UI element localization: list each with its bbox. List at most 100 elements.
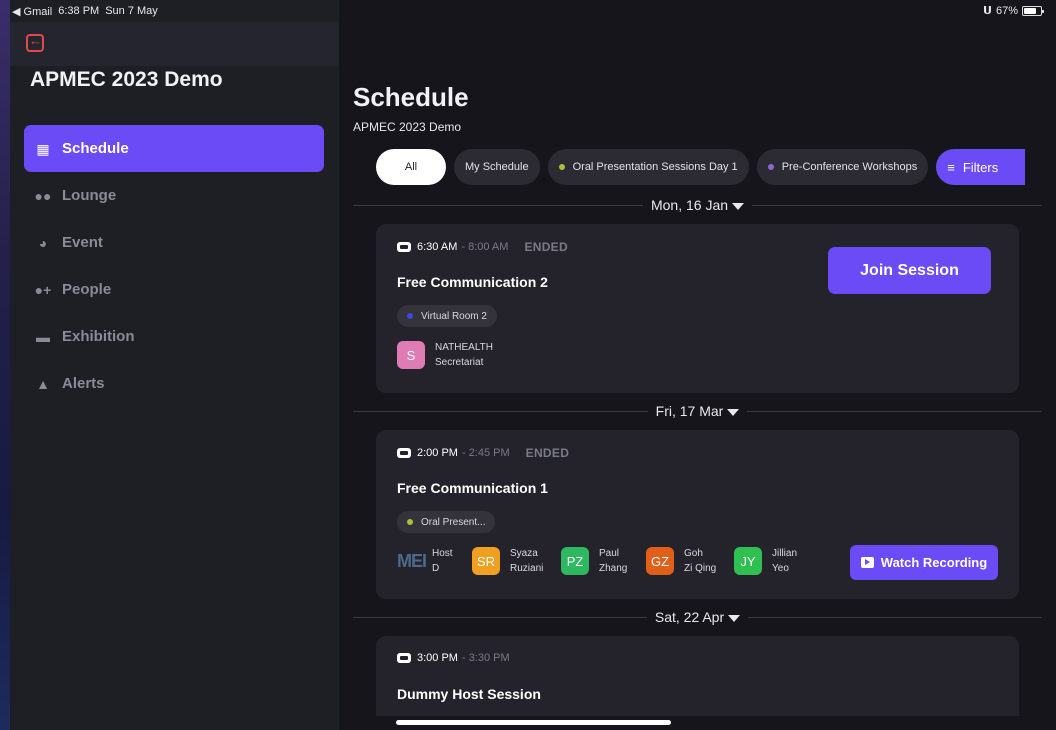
main-content: Schedule APMEC 2023 Demo All My Schedule… bbox=[339, 0, 1056, 730]
watch-recording-button[interactable]: Watch Recording bbox=[850, 545, 998, 580]
watch-recording-label: Watch Recording bbox=[880, 555, 988, 570]
room-label: Virtual Room 2 bbox=[421, 310, 487, 322]
status-badge: ENDED bbox=[524, 240, 568, 254]
avatar: S bbox=[397, 341, 425, 369]
people-group-icon: ●● bbox=[34, 187, 52, 204]
chip-my-schedule[interactable]: My Schedule bbox=[454, 149, 540, 185]
speaker[interactable]: JY Jillian Yeo bbox=[734, 546, 797, 576]
sidebar-header bbox=[10, 22, 339, 66]
day-label: Sat, 22 Apr bbox=[647, 609, 748, 625]
chip-label: Pre-Conference Workshops bbox=[781, 161, 918, 173]
chip-label: All bbox=[404, 161, 418, 173]
speaker[interactable]: S NATHEALTH Secretariat bbox=[397, 340, 493, 370]
session-title: Free Communication 1 bbox=[397, 480, 548, 496]
end-time: - 2:45 PM bbox=[461, 447, 510, 459]
dot-icon bbox=[407, 313, 413, 319]
speaker-name: Zhang bbox=[599, 563, 628, 574]
session-icon bbox=[397, 653, 411, 663]
battery-icon bbox=[1022, 5, 1044, 16]
day-separator[interactable]: Sat, 22 Apr bbox=[353, 607, 1042, 627]
speaker-name: Syaza bbox=[510, 548, 538, 559]
speaker-name: Yeo bbox=[772, 563, 789, 574]
chip-oral-presentation[interactable]: Oral Presentation Sessions Day 1 bbox=[547, 149, 749, 185]
room-tag: Oral Present... bbox=[397, 511, 496, 533]
play-icon bbox=[860, 557, 874, 568]
filters-label: Filters bbox=[962, 159, 999, 175]
avatar: PZ bbox=[561, 547, 589, 575]
room-tag: Virtual Room 2 bbox=[397, 305, 497, 327]
app-title: APMEC 2023 Demo bbox=[30, 68, 223, 91]
speaker-name: Host bbox=[432, 548, 453, 559]
chip-all[interactable]: All bbox=[376, 149, 446, 185]
back-to-gmail[interactable]: ◀ Gmail bbox=[12, 5, 52, 18]
sidebar-item-label: Event bbox=[62, 234, 103, 251]
speaker[interactable]: PZ Paul Zhang bbox=[561, 546, 627, 576]
page-subtitle: APMEC 2023 Demo bbox=[353, 120, 462, 134]
chip-label: My Schedule bbox=[465, 161, 529, 173]
avatar: SR bbox=[472, 547, 500, 575]
filter-icon: ≡ bbox=[947, 159, 955, 175]
dot-icon bbox=[767, 164, 774, 170]
calendar-icon: ▦ bbox=[36, 140, 50, 157]
divider bbox=[353, 410, 648, 412]
sidebar-item-label: Exhibition bbox=[62, 328, 135, 345]
day-separator[interactable]: Mon, 16 Jan bbox=[353, 195, 1042, 215]
page-title: Schedule bbox=[353, 82, 469, 112]
start-time: 2:00 PM bbox=[417, 447, 458, 459]
speaker-name: Secretariat bbox=[435, 357, 484, 368]
session-time: 3:00 PM - 3:30 PM bbox=[397, 652, 510, 664]
speaker-name: Paul bbox=[599, 548, 620, 559]
end-time: - 3:30 PM bbox=[461, 652, 510, 664]
status-time: 6:38 PM bbox=[58, 5, 100, 17]
sidebar-item-exhibition[interactable]: ▬ Exhibition bbox=[24, 313, 324, 360]
session-icon bbox=[397, 242, 411, 252]
chip-pre-conference[interactable]: Pre-Conference Workshops bbox=[756, 149, 929, 185]
wifi-icon: 𝗨 bbox=[983, 5, 992, 17]
dot-icon bbox=[407, 519, 413, 525]
speaker-name: D bbox=[432, 563, 440, 574]
session-time: 6:30 AM - 8:00 AM ENDED bbox=[397, 240, 568, 254]
session-title: Free Communication 2 bbox=[397, 274, 548, 290]
sidebar-item-lounge[interactable]: ●● Lounge bbox=[24, 172, 324, 219]
sidebar-item-schedule[interactable]: ▦ Schedule bbox=[24, 125, 324, 172]
divider bbox=[353, 204, 643, 206]
battery-percent: 67% bbox=[995, 4, 1018, 17]
day-separator[interactable]: Fri, 17 Mar bbox=[353, 401, 1042, 421]
host-logo: MEI bbox=[397, 550, 427, 571]
sidebar-item-label: People bbox=[62, 281, 112, 298]
session-card[interactable]: 2:00 PM - 2:45 PM ENDED Free Communicati… bbox=[376, 430, 1019, 599]
speaker[interactable]: GZ Goh Zi Qing bbox=[646, 546, 716, 576]
session-card[interactable]: 3:00 PM - 3:30 PM Dummy Host Session bbox=[376, 636, 1019, 716]
chevron-down-icon bbox=[727, 408, 740, 416]
sidebar: APMEC 2023 Demo ▦ Schedule ●● Lounge ◕ E… bbox=[0, 0, 339, 730]
sidebar-item-alerts[interactable]: ▲ Alerts bbox=[24, 360, 324, 407]
session-card[interactable]: 6:30 AM - 8:00 AM ENDED Free Communicati… bbox=[376, 224, 1019, 393]
filter-chips: All My Schedule Oral Presentation Sessio… bbox=[376, 149, 1026, 185]
start-time: 3:00 PM bbox=[417, 652, 458, 664]
speaker-name: Ruziani bbox=[510, 563, 544, 574]
speaker-host[interactable]: MEI Host D bbox=[397, 546, 453, 576]
home-indicator[interactable] bbox=[396, 720, 671, 725]
sidebar-item-label: Alerts bbox=[62, 375, 105, 392]
session-title: Dummy Host Session bbox=[397, 686, 541, 702]
sidebar-nav: ▦ Schedule ●● Lounge ◕ Event ●+ People ▬… bbox=[24, 125, 324, 407]
divider bbox=[747, 410, 1042, 412]
filters-button[interactable]: ≡ Filters bbox=[936, 149, 1026, 185]
sidebar-item-label: Lounge bbox=[62, 187, 117, 204]
divider bbox=[748, 616, 1042, 618]
sidebar-item-event[interactable]: ◕ Event bbox=[24, 219, 324, 266]
status-date: Sun 7 May bbox=[105, 5, 158, 17]
sidebar-item-people[interactable]: ●+ People bbox=[24, 266, 324, 313]
dot-icon bbox=[558, 164, 565, 170]
start-time: 6:30 AM bbox=[417, 241, 458, 253]
speaker-name: NATHEALTH bbox=[435, 342, 493, 353]
session-time: 2:00 PM - 2:45 PM ENDED bbox=[397, 446, 569, 460]
status-badge: ENDED bbox=[525, 446, 570, 460]
speaker[interactable]: SR Syaza Ruziani bbox=[472, 546, 543, 576]
chevron-down-icon bbox=[728, 614, 741, 622]
exit-icon[interactable] bbox=[26, 33, 44, 52]
person-add-icon: ●+ bbox=[34, 281, 52, 298]
join-session-button[interactable]: Join Session bbox=[828, 247, 991, 294]
speaker-icon: ◕ bbox=[38, 234, 48, 251]
end-time: - 8:00 AM bbox=[461, 241, 509, 253]
